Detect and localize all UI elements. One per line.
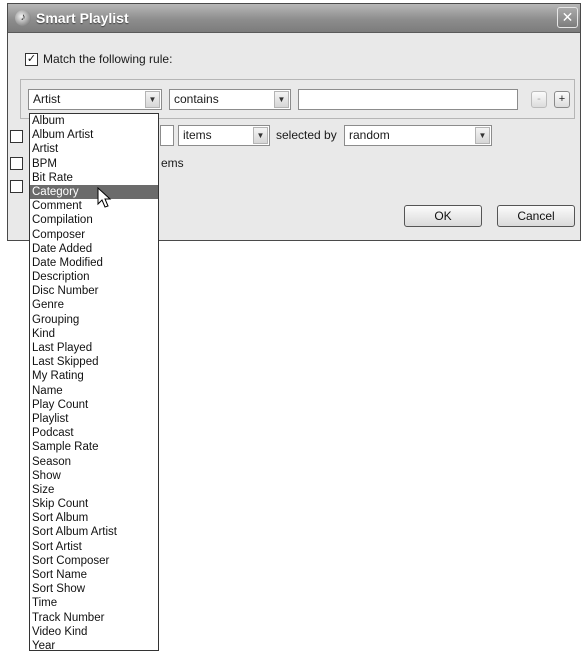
chevron-down-icon[interactable]: ▼ — [475, 127, 490, 144]
limit-checkbox[interactable] — [10, 130, 23, 143]
selected-by-label: selected by — [276, 128, 337, 142]
dropdown-item[interactable]: Album Artist — [30, 128, 158, 142]
chevron-down-icon[interactable]: ▼ — [253, 127, 268, 144]
add-rule-button[interactable]: + — [554, 91, 570, 108]
dropdown-item[interactable]: Sort Artist — [30, 540, 158, 554]
dropdown-item[interactable]: Sort Album Artist — [30, 525, 158, 539]
dropdown-item[interactable]: Video Kind — [30, 625, 158, 639]
window-title: Smart Playlist — [36, 10, 129, 26]
field-dropdown-list[interactable]: Album Album Artist Artist BPM Bit Rate Catego… — [29, 113, 159, 651]
dropdown-item[interactable]: Grouping — [30, 313, 158, 327]
dropdown-item[interactable]: Sample Rate — [30, 440, 158, 454]
rule-field-select[interactable]: Artist ▼ — [28, 89, 162, 110]
dropdown-item[interactable]: Artist — [30, 142, 158, 156]
rule-value-input[interactable] — [298, 89, 518, 110]
checked-items-checkbox[interactable] — [10, 157, 23, 170]
dropdown-item[interactable]: Disc Number — [30, 284, 158, 298]
dropdown-item[interactable]: Comment — [30, 199, 158, 213]
rule-operator-select[interactable]: contains ▼ — [169, 89, 291, 110]
dropdown-item[interactable]: Album — [30, 114, 158, 128]
dropdown-item[interactable]: Time — [30, 596, 158, 610]
selected-by-select[interactable]: random ▼ — [344, 125, 492, 146]
dropdown-item[interactable]: Date Added — [30, 242, 158, 256]
dropdown-item[interactable]: Size — [30, 483, 158, 497]
rule-field-value: Artist — [33, 92, 61, 106]
selected-by-value: random — [349, 128, 390, 142]
dropdown-item[interactable]: Date Modified — [30, 256, 158, 270]
dropdown-item[interactable]: Skip Count — [30, 497, 158, 511]
dropdown-item[interactable]: Year — [30, 639, 158, 650]
dropdown-item[interactable]: Last Skipped — [30, 355, 158, 369]
dropdown-item[interactable]: Name — [30, 384, 158, 398]
dropdown-item[interactable]: My Rating — [30, 369, 158, 383]
dropdown-item[interactable]: Playlist — [30, 412, 158, 426]
checked-items-label: ems — [161, 156, 184, 170]
limit-count-input[interactable] — [160, 125, 174, 146]
chevron-down-icon[interactable]: ▼ — [274, 91, 289, 108]
limit-unit-select[interactable]: items ▼ — [178, 125, 270, 146]
close-button[interactable]: ✕ — [557, 7, 578, 28]
dropdown-item[interactable]: Composer — [30, 228, 158, 242]
dropdown-item[interactable]: Category — [30, 184, 158, 200]
dropdown-item[interactable]: BPM — [30, 157, 158, 171]
rule-operator-value: contains — [174, 92, 219, 106]
limit-unit-value: items — [183, 128, 212, 142]
dropdown-item[interactable]: Sort Album — [30, 511, 158, 525]
dropdown-item[interactable]: Sort Name — [30, 568, 158, 582]
match-rule-label: Match the following rule: — [43, 52, 173, 66]
dropdown-item[interactable]: Podcast — [30, 426, 158, 440]
dropdown-item[interactable]: Show — [30, 469, 158, 483]
remove-rule-button[interactable]: - — [531, 91, 547, 108]
mouse-cursor-icon — [97, 187, 112, 208]
dropdown-item[interactable]: Sort Show — [30, 582, 158, 596]
dropdown-item[interactable]: Kind — [30, 327, 158, 341]
dropdown-item[interactable]: Season — [30, 455, 158, 469]
dropdown-item[interactable]: Sort Composer — [30, 554, 158, 568]
ok-button[interactable]: OK — [404, 205, 482, 227]
dropdown-item[interactable]: Compilation — [30, 213, 158, 227]
title-bar[interactable]: ♪ Smart Playlist ✕ — [8, 4, 580, 33]
live-updating-checkbox[interactable] — [10, 180, 23, 193]
cancel-button[interactable]: Cancel — [497, 205, 575, 227]
itunes-icon: ♪ — [15, 10, 31, 26]
dropdown-item[interactable]: Play Count — [30, 398, 158, 412]
dropdown-item[interactable]: Last Played — [30, 341, 158, 355]
dropdown-item[interactable]: Bit Rate — [30, 171, 158, 185]
chevron-down-icon[interactable]: ▼ — [145, 91, 160, 108]
dropdown-item[interactable]: Description — [30, 270, 158, 284]
dropdown-item[interactable]: Track Number — [30, 611, 158, 625]
dropdown-item[interactable]: Genre — [30, 298, 158, 312]
match-rule-checkbox[interactable]: ✓ — [25, 53, 38, 66]
